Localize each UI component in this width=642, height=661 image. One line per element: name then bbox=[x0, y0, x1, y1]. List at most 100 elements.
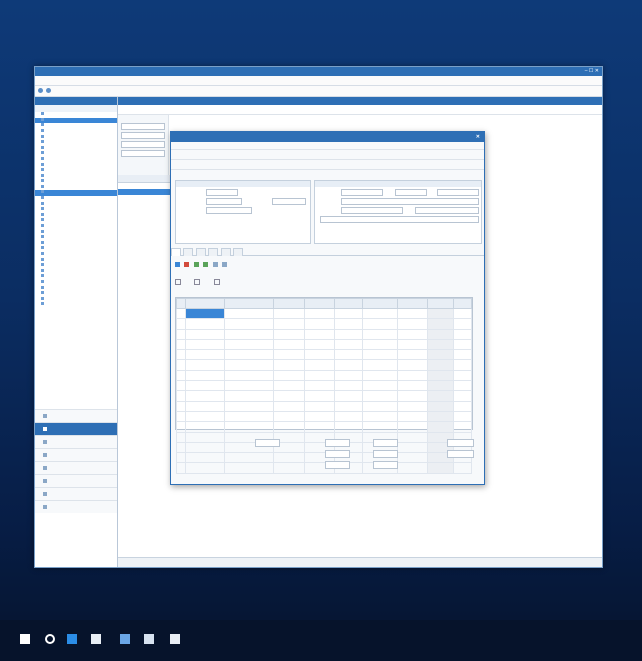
table-cell[interactable] bbox=[426, 359, 455, 371]
table-cell[interactable] bbox=[396, 380, 429, 392]
table-cell[interactable] bbox=[303, 307, 335, 320]
table-cell[interactable] bbox=[333, 338, 364, 351]
back-icon[interactable] bbox=[38, 88, 43, 94]
table-row[interactable] bbox=[175, 369, 472, 382]
table-cell[interactable] bbox=[224, 369, 275, 382]
table-cell[interactable] bbox=[185, 369, 226, 382]
table-cell[interactable] bbox=[362, 349, 398, 361]
table-cell[interactable] bbox=[273, 349, 305, 361]
text-field[interactable] bbox=[320, 216, 479, 223]
table-cell[interactable] bbox=[396, 369, 429, 382]
nav-button[interactable] bbox=[35, 461, 117, 474]
table-cell[interactable] bbox=[273, 318, 305, 330]
table-cell[interactable] bbox=[273, 400, 305, 412]
table-row[interactable] bbox=[175, 410, 472, 423]
table-cell[interactable] bbox=[185, 349, 226, 361]
filter-input[interactable] bbox=[121, 150, 165, 157]
table-cell[interactable] bbox=[396, 390, 429, 402]
filter-input[interactable] bbox=[121, 132, 165, 139]
nav-button[interactable] bbox=[35, 422, 117, 435]
column-header[interactable] bbox=[453, 298, 472, 309]
table-cell[interactable] bbox=[396, 328, 429, 340]
table-cell[interactable] bbox=[224, 318, 275, 330]
store-icon[interactable] bbox=[91, 634, 101, 644]
table-cell[interactable] bbox=[333, 359, 364, 371]
edge-icon[interactable] bbox=[67, 634, 77, 644]
find-icon[interactable] bbox=[221, 262, 227, 267]
table-cell[interactable] bbox=[303, 380, 335, 392]
table-cell[interactable] bbox=[273, 369, 305, 382]
table-cell[interactable] bbox=[362, 369, 398, 382]
table-cell[interactable] bbox=[303, 421, 335, 433]
table-cell[interactable] bbox=[303, 400, 335, 412]
column-header[interactable] bbox=[426, 298, 455, 309]
table-cell[interactable] bbox=[362, 328, 398, 340]
table-cell[interactable] bbox=[333, 410, 364, 423]
table-cell[interactable] bbox=[224, 349, 275, 361]
table-cell[interactable] bbox=[224, 380, 275, 392]
table-cell[interactable] bbox=[426, 349, 455, 361]
table-cell[interactable] bbox=[362, 390, 398, 402]
table-cell[interactable] bbox=[273, 359, 305, 371]
table-cell[interactable] bbox=[273, 307, 305, 320]
table-cell[interactable] bbox=[453, 359, 472, 371]
table-cell[interactable] bbox=[453, 410, 472, 423]
table-cell[interactable] bbox=[362, 307, 398, 320]
date-field[interactable] bbox=[206, 198, 242, 205]
table-cell[interactable] bbox=[333, 421, 364, 433]
delete-line-icon[interactable] bbox=[184, 262, 190, 267]
table-cell[interactable] bbox=[426, 400, 455, 412]
table-cell[interactable] bbox=[185, 400, 226, 412]
text-field[interactable] bbox=[395, 189, 427, 196]
text-field[interactable] bbox=[437, 189, 479, 196]
column-header[interactable] bbox=[333, 298, 364, 309]
column-header[interactable] bbox=[396, 298, 429, 309]
table-cell[interactable] bbox=[224, 421, 275, 433]
sort-icon[interactable] bbox=[212, 262, 218, 267]
table-cell[interactable] bbox=[333, 307, 364, 320]
table-cell[interactable] bbox=[303, 359, 335, 371]
table-cell[interactable] bbox=[224, 307, 275, 320]
table-cell[interactable] bbox=[453, 349, 472, 361]
table-row[interactable] bbox=[175, 380, 472, 392]
table-cell[interactable] bbox=[175, 349, 187, 361]
table-cell[interactable] bbox=[333, 380, 364, 392]
app-icon[interactable] bbox=[120, 634, 130, 644]
table-row[interactable] bbox=[175, 390, 472, 402]
nav-button[interactable] bbox=[35, 409, 117, 422]
table-cell[interactable] bbox=[175, 338, 187, 351]
window-controls[interactable]: – ☐ ✕ bbox=[585, 67, 599, 76]
table-cell[interactable] bbox=[175, 307, 187, 320]
table-cell[interactable] bbox=[426, 421, 455, 433]
table-cell[interactable] bbox=[453, 380, 472, 392]
table-cell[interactable] bbox=[303, 369, 335, 382]
nav-button[interactable] bbox=[35, 487, 117, 500]
table-cell[interactable] bbox=[175, 369, 187, 382]
nav-button[interactable] bbox=[35, 448, 117, 461]
table-cell[interactable] bbox=[396, 410, 429, 423]
text-field[interactable] bbox=[341, 198, 479, 205]
table-cell[interactable] bbox=[396, 307, 429, 320]
table-cell[interactable] bbox=[426, 369, 455, 382]
table-cell[interactable] bbox=[185, 359, 226, 371]
add-line-icon[interactable] bbox=[175, 262, 180, 267]
tab[interactable] bbox=[195, 248, 206, 256]
table-cell[interactable] bbox=[303, 318, 335, 330]
table-cell[interactable] bbox=[175, 318, 187, 330]
filter-input[interactable] bbox=[121, 141, 165, 148]
table-cell[interactable] bbox=[453, 421, 472, 433]
table-cell[interactable] bbox=[185, 462, 226, 474]
table-cell[interactable] bbox=[426, 380, 455, 392]
list-item-selected[interactable] bbox=[118, 189, 171, 195]
table-cell[interactable] bbox=[185, 452, 226, 464]
table-cell[interactable] bbox=[426, 338, 455, 351]
column-header[interactable] bbox=[224, 298, 275, 309]
table-cell[interactable] bbox=[362, 318, 398, 330]
tab[interactable] bbox=[183, 248, 194, 256]
table-cell[interactable] bbox=[453, 369, 472, 382]
tree-item[interactable] bbox=[35, 302, 117, 308]
table-cell[interactable] bbox=[396, 349, 429, 361]
table-cell[interactable] bbox=[175, 359, 187, 371]
table-cell[interactable] bbox=[303, 410, 335, 423]
windows-icon[interactable] bbox=[20, 634, 30, 644]
